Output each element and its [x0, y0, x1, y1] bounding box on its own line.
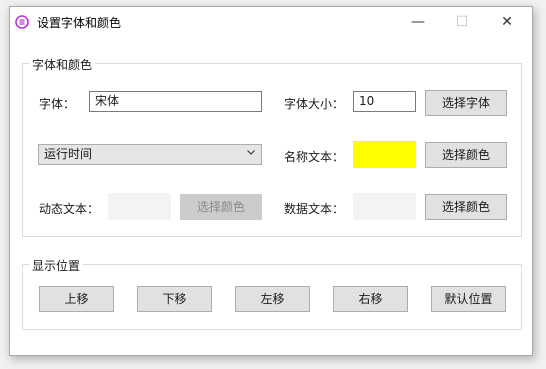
- font-label: 字体：: [39, 97, 76, 111]
- move-left-button[interactable]: 左移: [235, 286, 310, 312]
- chevron-down-icon: [247, 150, 255, 155]
- name-text-label: 名称文本：: [284, 150, 345, 164]
- app-icon: [15, 15, 29, 29]
- window-title: 设置字体和颜色: [37, 16, 122, 30]
- maximize-button[interactable]: ☐: [440, 7, 484, 37]
- minimize-button[interactable]: —: [396, 7, 440, 37]
- select-font-button[interactable]: 选择字体: [425, 90, 507, 116]
- default-position-button[interactable]: 默认位置: [431, 286, 506, 312]
- text-type-dropdown[interactable]: 运行时间: [38, 144, 262, 165]
- position-group: 显示位置 上移 下移 左移 右移 默认位置: [22, 257, 522, 330]
- data-text-label: 数据文本：: [284, 202, 345, 216]
- move-down-button[interactable]: 下移: [137, 286, 212, 312]
- close-button[interactable]: ✕: [485, 7, 529, 37]
- font-color-group: 字体和颜色 字体： 宋体 字体大小： 10 选择字体 运行时间 名称文本： 选择…: [22, 56, 522, 237]
- data-color-swatch: [353, 193, 416, 220]
- settings-window: 设置字体和颜色 — ☐ ✕ 字体和颜色 字体： 宋体 字体大小： 10 选择字体…: [9, 6, 533, 356]
- title-bar[interactable]: 设置字体和颜色 — ☐ ✕: [10, 7, 532, 37]
- position-group-title: 显示位置: [29, 257, 84, 274]
- name-color-swatch: [353, 141, 416, 168]
- font-name-field[interactable]: 宋体: [89, 91, 262, 112]
- font-size-field[interactable]: 10: [353, 91, 416, 112]
- data-color-button[interactable]: 选择颜色: [425, 194, 507, 220]
- font-size-label: 字体大小：: [284, 97, 345, 111]
- font-color-group-title: 字体和颜色: [29, 56, 96, 73]
- move-right-button[interactable]: 右移: [333, 286, 408, 312]
- dynamic-color-button[interactable]: 选择颜色: [180, 194, 262, 220]
- move-up-button[interactable]: 上移: [39, 286, 114, 312]
- dynamic-text-label: 动态文本：: [39, 202, 100, 216]
- dynamic-color-swatch: [108, 193, 171, 220]
- dropdown-selected-value: 运行时间: [44, 147, 93, 161]
- name-color-button[interactable]: 选择颜色: [425, 142, 507, 168]
